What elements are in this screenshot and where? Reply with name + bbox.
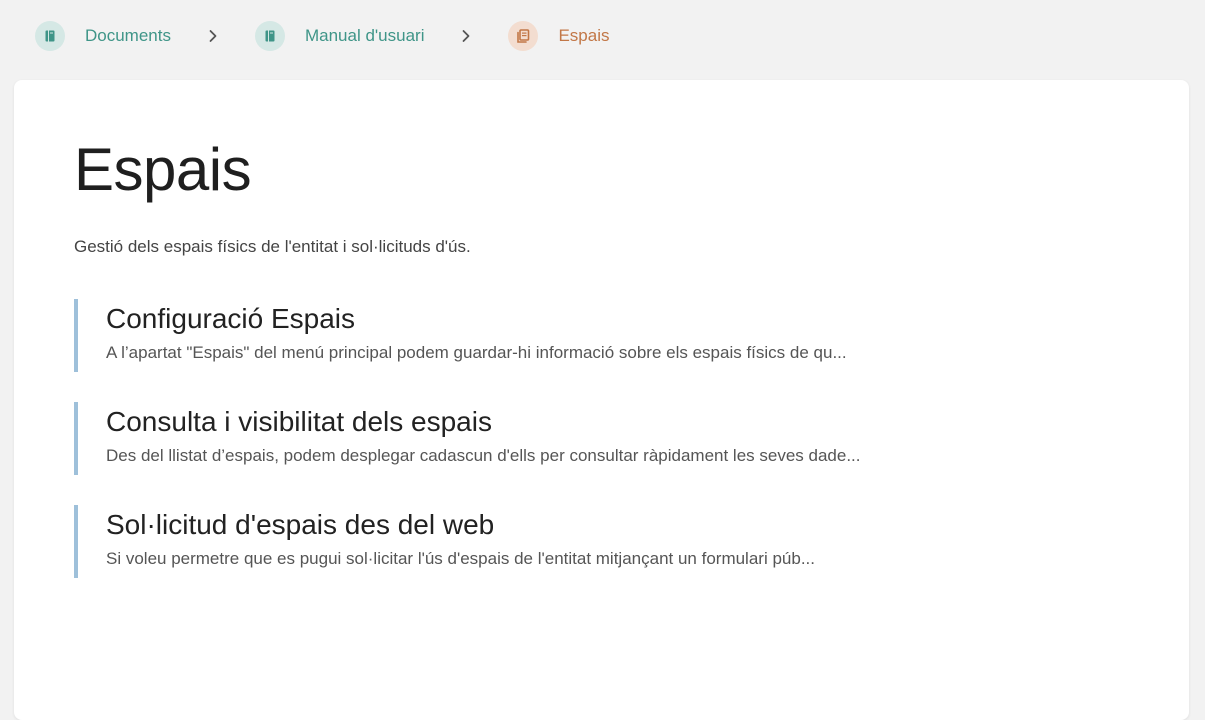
entry-excerpt: Des del llistat d’espais, podem desplega…	[106, 446, 861, 465]
book-icon	[254, 21, 285, 51]
breadcrumb-label: Documents	[85, 26, 171, 45]
page-description: Gestió dels espais físics de l'entitat i…	[74, 237, 471, 256]
entry-title: Consulta i visibilitat dels espais	[106, 406, 492, 437]
page-entry-configuracio-espais[interactable]: Configuració Espais A l’apartat "Espais"…	[74, 299, 1124, 372]
content-card: Espais Gestió dels espais físics de l'en…	[14, 80, 1189, 720]
breadcrumb-label: Espais	[558, 26, 610, 45]
page-entry-consulta-visibilitat[interactable]: Consulta i visibilitat dels espais Des d…	[74, 402, 1124, 475]
breadcrumb-item-manual[interactable]: Manual d'usuari	[254, 21, 425, 51]
page-title: Espais	[74, 136, 252, 203]
page-entry-sollicitud-espais[interactable]: Sol·licitud d'espais des del web Si vole…	[74, 505, 1124, 578]
entry-title: Configuració Espais	[106, 303, 356, 334]
entry-excerpt: A l’apartat "Espais" del menú principal …	[106, 343, 847, 362]
page-list: Configuració Espais A l’apartat "Espais"…	[74, 299, 1124, 608]
entry-title: Sol·licitud d'espais des del web	[106, 509, 495, 540]
breadcrumb-item-documents[interactable]: Documents	[35, 21, 171, 51]
breadcrumb-item-espais[interactable]: Espais	[508, 21, 610, 51]
breadcrumb: Documents Manual d'usuari Espais	[35, 21, 610, 51]
chapter-icon	[508, 21, 539, 51]
entry-excerpt: Si voleu permetre que es pugui sol·licit…	[106, 549, 815, 568]
chevron-right-icon	[451, 21, 481, 51]
chevron-right-icon	[198, 21, 228, 51]
book-icon	[35, 21, 65, 51]
breadcrumb-label: Manual d'usuari	[304, 26, 425, 45]
